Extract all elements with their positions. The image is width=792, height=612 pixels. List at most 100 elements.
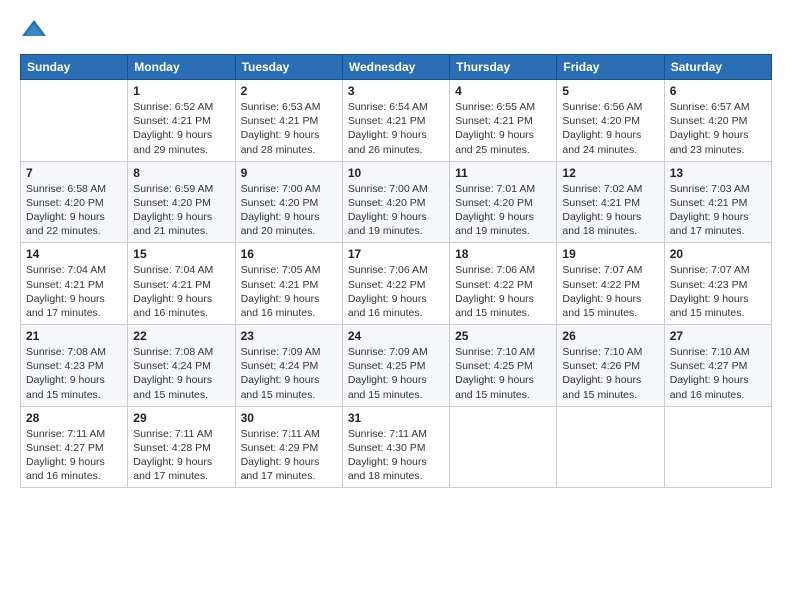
- day-number: 9: [241, 166, 337, 180]
- calendar-cell: [664, 406, 771, 488]
- day-number: 20: [670, 247, 766, 261]
- day-info: Sunrise: 7:09 AMSunset: 4:25 PMDaylight:…: [348, 345, 444, 402]
- day-info: Sunrise: 7:07 AMSunset: 4:23 PMDaylight:…: [670, 263, 766, 320]
- day-number: 24: [348, 329, 444, 343]
- calendar-cell: [21, 80, 128, 162]
- week-row-3: 14 Sunrise: 7:04 AMSunset: 4:21 PMDayligh…: [21, 243, 772, 325]
- calendar-cell: 28 Sunrise: 7:11 AMSunset: 4:27 PMDayligh…: [21, 406, 128, 488]
- calendar-cell: 30 Sunrise: 7:11 AMSunset: 4:29 PMDayligh…: [235, 406, 342, 488]
- day-number: 14: [26, 247, 122, 261]
- calendar-cell: 8 Sunrise: 6:59 AMSunset: 4:20 PMDaylight…: [128, 161, 235, 243]
- calendar-cell: 31 Sunrise: 7:11 AMSunset: 4:30 PMDayligh…: [342, 406, 449, 488]
- day-number: 17: [348, 247, 444, 261]
- day-number: 7: [26, 166, 122, 180]
- day-number: 30: [241, 411, 337, 425]
- calendar-cell: 18 Sunrise: 7:06 AMSunset: 4:22 PMDayligh…: [450, 243, 557, 325]
- day-info: Sunrise: 7:06 AMSunset: 4:22 PMDaylight:…: [455, 263, 551, 320]
- calendar-cell: 26 Sunrise: 7:10 AMSunset: 4:26 PMDayligh…: [557, 325, 664, 407]
- calendar-cell: 4 Sunrise: 6:55 AMSunset: 4:21 PMDaylight…: [450, 80, 557, 162]
- weekday-header-row: SundayMondayTuesdayWednesdayThursdayFrid…: [21, 55, 772, 80]
- calendar-cell: 16 Sunrise: 7:05 AMSunset: 4:21 PMDayligh…: [235, 243, 342, 325]
- day-info: Sunrise: 6:59 AMSunset: 4:20 PMDaylight:…: [133, 182, 229, 239]
- calendar-cell: 17 Sunrise: 7:06 AMSunset: 4:22 PMDayligh…: [342, 243, 449, 325]
- calendar-cell: 27 Sunrise: 7:10 AMSunset: 4:27 PMDayligh…: [664, 325, 771, 407]
- header: [20, 16, 772, 44]
- weekday-header-saturday: Saturday: [664, 55, 771, 80]
- day-number: 26: [562, 329, 658, 343]
- week-row-5: 28 Sunrise: 7:11 AMSunset: 4:27 PMDayligh…: [21, 406, 772, 488]
- calendar-cell: 23 Sunrise: 7:09 AMSunset: 4:24 PMDayligh…: [235, 325, 342, 407]
- day-number: 25: [455, 329, 551, 343]
- day-info: Sunrise: 6:57 AMSunset: 4:20 PMDaylight:…: [670, 100, 766, 157]
- calendar-cell: 15 Sunrise: 7:04 AMSunset: 4:21 PMDayligh…: [128, 243, 235, 325]
- day-number: 23: [241, 329, 337, 343]
- calendar-cell: 13Sunrise: 7:03 AMSunset: 4:21 PMDayligh…: [664, 161, 771, 243]
- week-row-4: 21 Sunrise: 7:08 AMSunset: 4:23 PMDayligh…: [21, 325, 772, 407]
- day-number: 3: [348, 84, 444, 98]
- day-number: 31: [348, 411, 444, 425]
- calendar-cell: 24 Sunrise: 7:09 AMSunset: 4:25 PMDayligh…: [342, 325, 449, 407]
- calendar-cell: 11 Sunrise: 7:01 AMSunset: 4:20 PMDayligh…: [450, 161, 557, 243]
- day-number: 18: [455, 247, 551, 261]
- day-number: 4: [455, 84, 551, 98]
- calendar-cell: 22Sunrise: 7:08 AMSunset: 4:24 PMDayligh…: [128, 325, 235, 407]
- day-number: 21: [26, 329, 122, 343]
- day-info: Sunrise: 7:05 AMSunset: 4:21 PMDaylight:…: [241, 263, 337, 320]
- day-number: 10: [348, 166, 444, 180]
- day-info: Sunrise: 7:02 AMSunset: 4:21 PMDaylight:…: [562, 182, 658, 239]
- calendar-cell: 9 Sunrise: 7:00 AMSunset: 4:20 PMDaylight…: [235, 161, 342, 243]
- week-row-2: 7Sunrise: 6:58 AMSunset: 4:20 PMDaylight…: [21, 161, 772, 243]
- calendar-cell: 12 Sunrise: 7:02 AMSunset: 4:21 PMDayligh…: [557, 161, 664, 243]
- calendar-cell: 1Sunrise: 6:52 AMSunset: 4:21 PMDaylight…: [128, 80, 235, 162]
- calendar-cell: 6Sunrise: 6:57 AMSunset: 4:20 PMDaylight…: [664, 80, 771, 162]
- day-info: Sunrise: 7:00 AMSunset: 4:20 PMDaylight:…: [348, 182, 444, 239]
- day-number: 16: [241, 247, 337, 261]
- day-info: Sunrise: 7:11 AMSunset: 4:27 PMDaylight:…: [26, 427, 122, 484]
- day-info: Sunrise: 7:10 AMSunset: 4:27 PMDaylight:…: [670, 345, 766, 402]
- day-info: Sunrise: 7:00 AMSunset: 4:20 PMDaylight:…: [241, 182, 337, 239]
- day-number: 27: [670, 329, 766, 343]
- weekday-header-friday: Friday: [557, 55, 664, 80]
- day-info: Sunrise: 7:07 AMSunset: 4:22 PMDaylight:…: [562, 263, 658, 320]
- day-info: Sunrise: 7:10 AMSunset: 4:26 PMDaylight:…: [562, 345, 658, 402]
- day-number: 12: [562, 166, 658, 180]
- day-number: 15: [133, 247, 229, 261]
- weekday-header-thursday: Thursday: [450, 55, 557, 80]
- day-info: Sunrise: 7:11 AMSunset: 4:28 PMDaylight:…: [133, 427, 229, 484]
- calendar-cell: 19 Sunrise: 7:07 AMSunset: 4:22 PMDayligh…: [557, 243, 664, 325]
- day-number: 29: [133, 411, 229, 425]
- day-info: Sunrise: 6:55 AMSunset: 4:21 PMDaylight:…: [455, 100, 551, 157]
- day-number: 13: [670, 166, 766, 180]
- day-info: Sunrise: 7:01 AMSunset: 4:20 PMDaylight:…: [455, 182, 551, 239]
- day-info: Sunrise: 7:04 AMSunset: 4:21 PMDaylight:…: [133, 263, 229, 320]
- calendar-cell: 20 Sunrise: 7:07 AMSunset: 4:23 PMDayligh…: [664, 243, 771, 325]
- calendar-cell: 7Sunrise: 6:58 AMSunset: 4:20 PMDaylight…: [21, 161, 128, 243]
- calendar-cell: 2Sunrise: 6:53 AMSunset: 4:21 PMDaylight…: [235, 80, 342, 162]
- day-number: 8: [133, 166, 229, 180]
- day-number: 28: [26, 411, 122, 425]
- day-number: 11: [455, 166, 551, 180]
- day-number: 1: [133, 84, 229, 98]
- calendar-cell: [450, 406, 557, 488]
- calendar-cell: 29 Sunrise: 7:11 AMSunset: 4:28 PMDayligh…: [128, 406, 235, 488]
- day-info: Sunrise: 7:11 AMSunset: 4:30 PMDaylight:…: [348, 427, 444, 484]
- logo: [20, 16, 52, 44]
- day-number: 22: [133, 329, 229, 343]
- day-info: Sunrise: 7:11 AMSunset: 4:29 PMDaylight:…: [241, 427, 337, 484]
- calendar: SundayMondayTuesdayWednesdayThursdayFrid…: [20, 54, 772, 488]
- page: SundayMondayTuesdayWednesdayThursdayFrid…: [0, 0, 792, 612]
- day-info: Sunrise: 7:04 AMSunset: 4:21 PMDaylight:…: [26, 263, 122, 320]
- day-info: Sunrise: 7:06 AMSunset: 4:22 PMDaylight:…: [348, 263, 444, 320]
- day-info: Sunrise: 6:53 AMSunset: 4:21 PMDaylight:…: [241, 100, 337, 157]
- day-info: Sunrise: 7:09 AMSunset: 4:24 PMDaylight:…: [241, 345, 337, 402]
- day-number: 5: [562, 84, 658, 98]
- weekday-header-wednesday: Wednesday: [342, 55, 449, 80]
- day-number: 19: [562, 247, 658, 261]
- day-info: Sunrise: 6:54 AMSunset: 4:21 PMDaylight:…: [348, 100, 444, 157]
- calendar-cell: 5 Sunrise: 6:56 AMSunset: 4:20 PMDaylight…: [557, 80, 664, 162]
- calendar-cell: [557, 406, 664, 488]
- calendar-cell: 21 Sunrise: 7:08 AMSunset: 4:23 PMDayligh…: [21, 325, 128, 407]
- day-info: Sunrise: 6:56 AMSunset: 4:20 PMDaylight:…: [562, 100, 658, 157]
- weekday-header-tuesday: Tuesday: [235, 55, 342, 80]
- day-info: Sunrise: 7:08 AMSunset: 4:23 PMDaylight:…: [26, 345, 122, 402]
